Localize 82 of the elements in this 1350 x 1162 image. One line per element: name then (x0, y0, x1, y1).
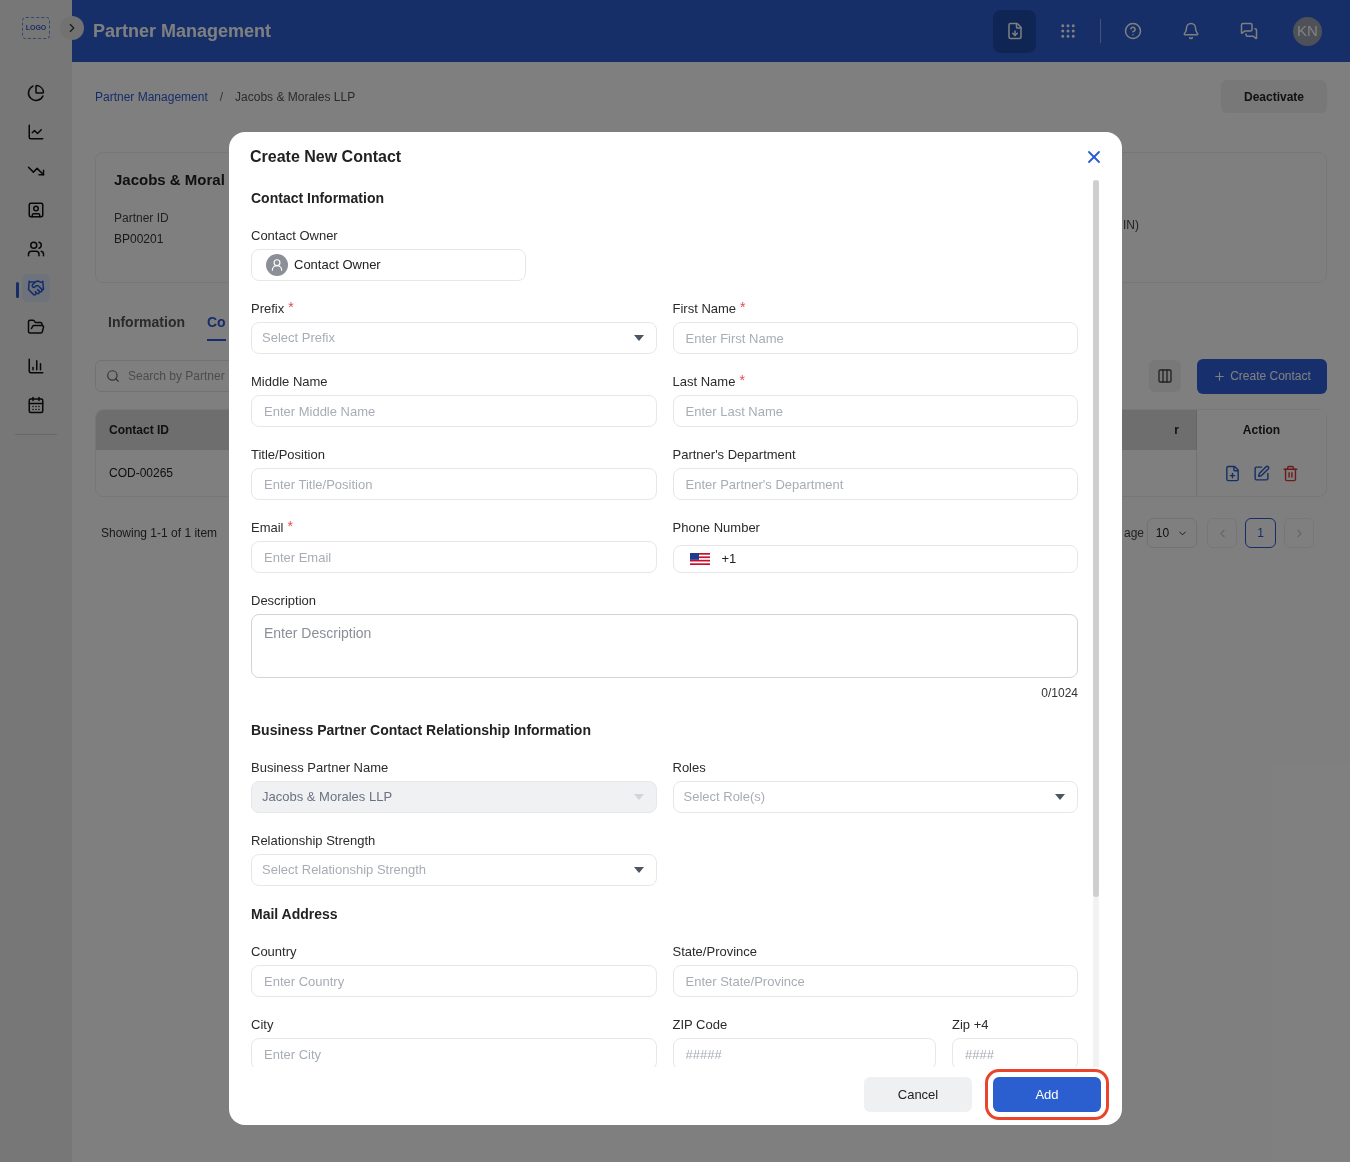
add-button[interactable]: Add (993, 1077, 1101, 1112)
handshake-icon[interactable] (22, 274, 50, 302)
field-label: Email (251, 519, 284, 538)
text-input-field[interactable]: Enter Middle Name (251, 395, 657, 427)
description-textarea[interactable]: Enter Description (251, 614, 1078, 678)
plus-icon (1213, 369, 1227, 383)
text-input-field[interactable]: Enter Email (251, 541, 657, 573)
partner-name: Jacobs & Moral (114, 170, 225, 190)
field-label: Partner's Department (672, 446, 796, 465)
field-label: Zip +4 (952, 1016, 989, 1035)
sidebar-toggle-button[interactable] (60, 16, 84, 40)
scrollbar[interactable] (1093, 180, 1099, 1067)
required-asterisk: * (287, 519, 293, 533)
page-button[interactable]: 1 (1245, 518, 1276, 548)
column-header: Contact ID (109, 422, 169, 439)
field-label: State/Province (672, 943, 758, 962)
field-label: Middle Name (251, 373, 328, 392)
search-icon (106, 369, 120, 383)
add-file-icon[interactable] (1224, 464, 1241, 482)
user-avatar-icon (266, 254, 288, 276)
field-label: Last Name (672, 373, 736, 392)
phone-input-field[interactable]: +1 (672, 545, 1078, 573)
deactivate-button[interactable]: Deactivate (1221, 80, 1327, 113)
required-asterisk: * (739, 373, 745, 387)
text-input-field[interactable]: Enter First Name (672, 322, 1078, 354)
field-label: Description (251, 592, 317, 611)
dropdown-caret-icon (633, 867, 644, 873)
field-label: Phone Number (672, 519, 760, 538)
column-header: Action (1242, 422, 1281, 439)
section-heading: Contact Information (251, 188, 385, 208)
dialog-title: Create New Contact (250, 147, 402, 167)
field-label: City (251, 1016, 274, 1035)
required-asterisk: * (740, 300, 746, 314)
section-heading: Business Partner Contact Relationship Information (251, 720, 592, 740)
us-flag-icon (689, 553, 710, 565)
text-input-field[interactable]: Enter Last Name (672, 395, 1078, 427)
table-cell-text: COD-00265 (109, 465, 174, 482)
columns-icon[interactable] (1149, 360, 1181, 392)
character-counter: 0/1024 (1041, 685, 1078, 702)
text-input-field[interactable]: Enter City (251, 1038, 657, 1067)
info-label: IN) (1123, 217, 1139, 234)
text-input-field[interactable]: Enter State/Province (672, 965, 1078, 997)
text-input-field[interactable]: Enter Partner's Department (672, 468, 1078, 500)
text-input-field[interactable]: Enter Title/Position (251, 468, 657, 500)
field-label: Roles (672, 759, 706, 778)
trash-icon[interactable] (1282, 464, 1299, 482)
column-header: r (1174, 422, 1179, 439)
field-label: ZIP Code (672, 1016, 728, 1035)
pagination-summary: Showing 1-1 of 1 item (101, 525, 218, 542)
cancel-button[interactable]: Cancel (864, 1077, 972, 1112)
field-label: Contact Owner (251, 227, 338, 246)
partner-id-value: BP00201 (114, 230, 165, 248)
tab[interactable]: Co (207, 305, 226, 341)
text-input-field[interactable]: ##### (672, 1038, 936, 1067)
dropdown-caret-icon (1055, 794, 1065, 800)
section-heading: Mail Address (251, 904, 339, 924)
file-download-icon[interactable] (993, 9, 1036, 53)
field-label: Relationship Strength (251, 832, 376, 851)
dropdown-caret-icon (633, 794, 644, 800)
breadcrumb-link[interactable]: Partner Management (95, 87, 208, 106)
required-asterisk: * (288, 300, 294, 314)
dropdown-caret-icon (633, 335, 644, 341)
field-label: Business Partner Name (251, 759, 389, 778)
per-page-label: age (1123, 525, 1144, 542)
field-label: Prefix (251, 300, 285, 319)
field-label: Title/Position (251, 446, 325, 465)
select-field[interactable]: Select Prefix (251, 322, 657, 354)
select-field[interactable]: Select Relationship Strength (251, 854, 657, 886)
breadcrumb-separator: / (219, 88, 224, 106)
breadcrumb-current: Jacobs & Morales LLP (235, 88, 356, 106)
contact-owner-field[interactable]: Contact Owner (251, 249, 526, 281)
edit-icon[interactable] (1253, 464, 1270, 482)
field-label: First Name (672, 300, 737, 319)
text-input-field[interactable]: Enter Country (251, 965, 657, 997)
field-label: Country (251, 943, 297, 962)
select-field[interactable]: Select Role(s) (672, 781, 1078, 813)
per-page-select[interactable]: 10 (1147, 518, 1197, 548)
text-input-field[interactable]: #### (952, 1038, 1078, 1067)
tab[interactable]: Information (108, 305, 185, 341)
app-title: Partner Management (93, 19, 272, 43)
create-contact-button[interactable]: Create Contact (1197, 358, 1327, 394)
partner-id-label: Partner ID (114, 209, 170, 227)
